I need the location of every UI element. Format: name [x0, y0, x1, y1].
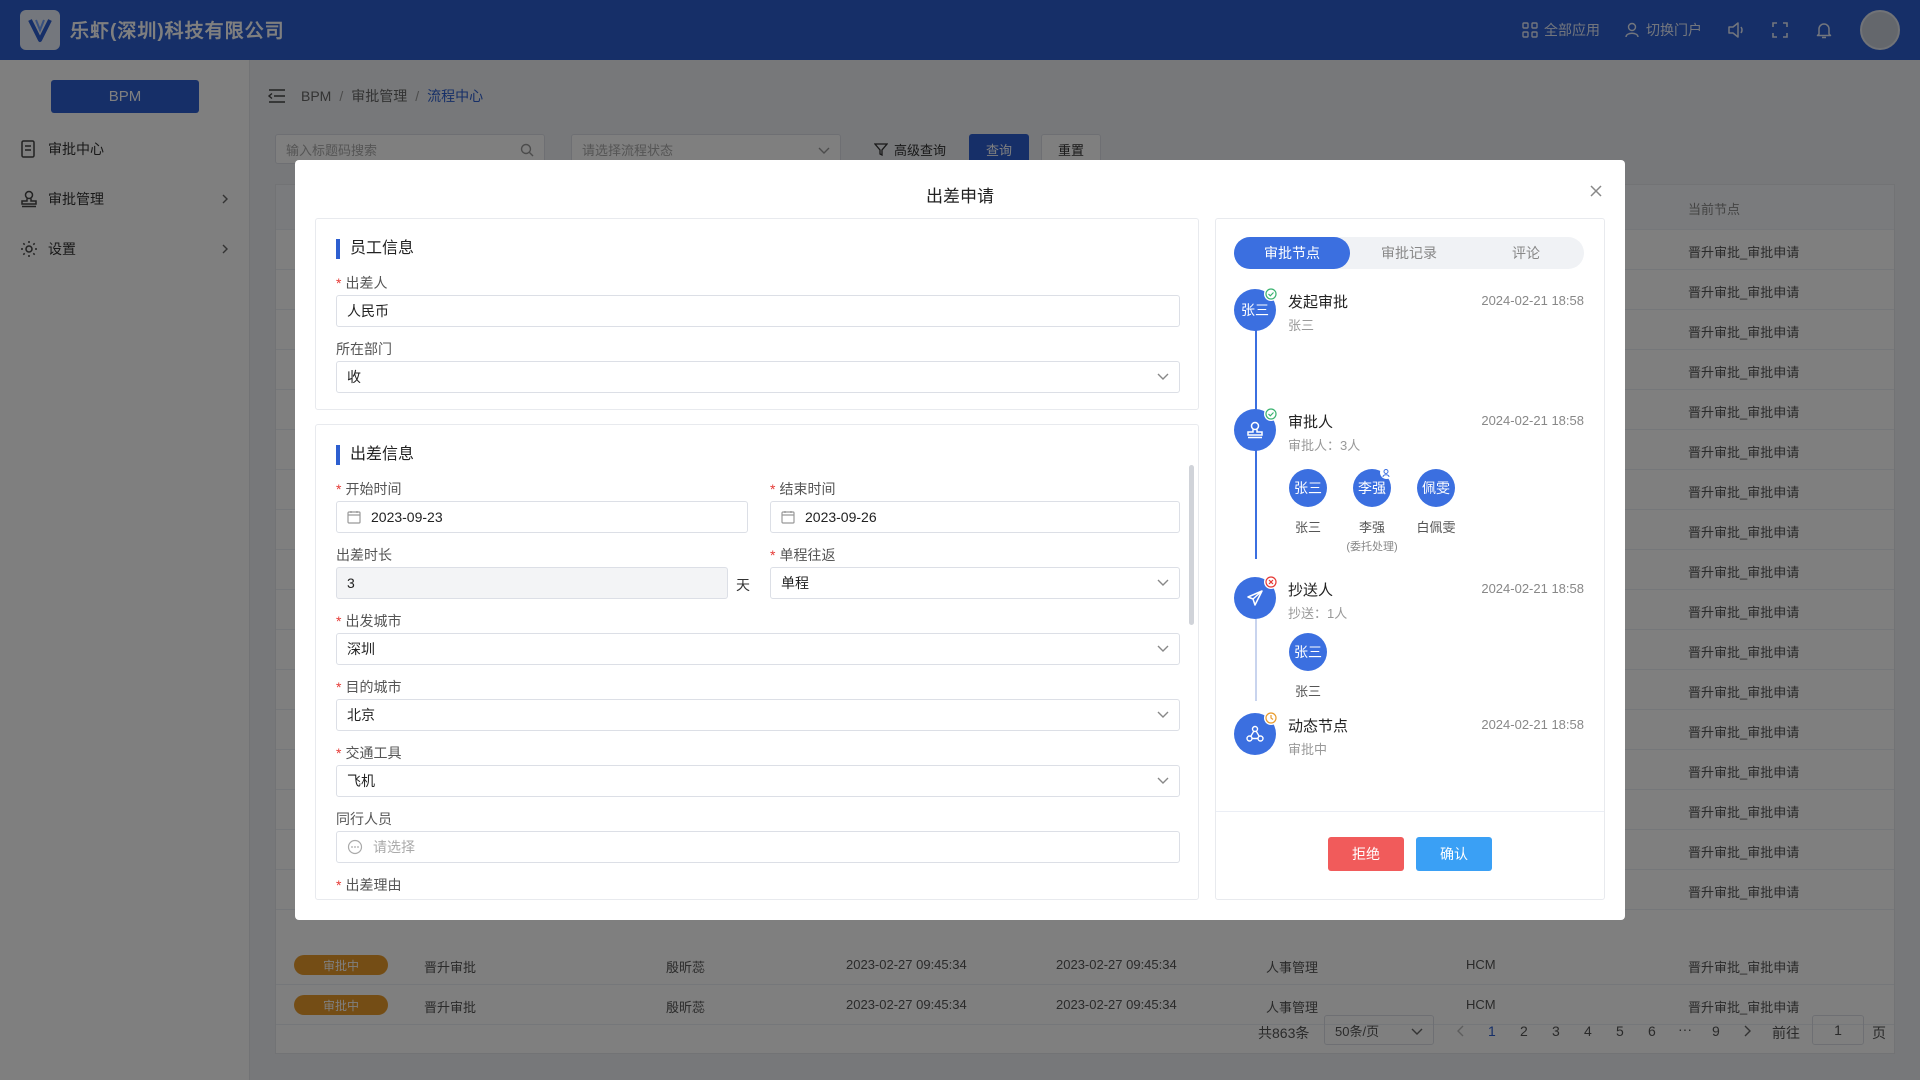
person-name: 张三	[1294, 520, 1321, 535]
reject-button[interactable]: 拒绝	[1328, 837, 1404, 871]
tab-approval-records[interactable]: 审批记录	[1351, 237, 1467, 269]
end-date-value: 2023-09-26	[805, 509, 877, 525]
start-date-value: 2023-09-23	[371, 509, 443, 525]
tab-comments[interactable]: 评论	[1468, 237, 1584, 269]
companions-placeholder: 请选择	[373, 839, 415, 855]
person-name: 李强	[1358, 520, 1385, 535]
transport-select[interactable]: 飞机	[336, 765, 1180, 797]
calendar-icon	[347, 511, 361, 524]
trip-type-value: 单程	[781, 575, 809, 591]
node-title: 审批人	[1288, 414, 1334, 431]
node-time: 2024-02-21 18:58	[1481, 581, 1584, 596]
node-subtitle: 抄送：1人	[1288, 606, 1348, 621]
start-time-label: * 开始时间	[336, 481, 402, 497]
traveler-value: 人民币	[347, 303, 389, 319]
tab-approval-nodes[interactable]: 审批节点	[1234, 237, 1350, 269]
person-note: (委托处理)	[1346, 541, 1398, 553]
footer-divider	[1216, 811, 1604, 812]
node-time: 2024-02-21 18:58	[1481, 293, 1584, 308]
department-select[interactable]: 收	[336, 361, 1180, 393]
dialog-title: 出差申请	[926, 187, 994, 206]
approval-panel: 审批节点 审批记录 评论 张三 发起审批 张三 2024-02-21 18:58	[1215, 218, 1605, 900]
chevron-down-icon	[1157, 711, 1169, 718]
from-city-label: * 出发城市	[336, 613, 402, 629]
calendar-icon	[781, 511, 795, 524]
traveler-input[interactable]: 人民币	[336, 295, 1180, 327]
delegate-icon	[1380, 466, 1393, 479]
close-icon[interactable]	[1589, 184, 1603, 198]
companions-select[interactable]: 请选择	[336, 831, 1180, 863]
stamp-icon	[1247, 421, 1263, 439]
transport-value: 飞机	[347, 773, 375, 789]
avatar: 张三	[1289, 469, 1327, 507]
pending-clock-icon	[1264, 711, 1278, 725]
duration-label: 出差时长	[336, 547, 392, 563]
from-city-select[interactable]: 深圳	[336, 633, 1180, 665]
section-title-employee: 员工信息	[336, 239, 414, 259]
node-title: 抄送人	[1288, 582, 1334, 599]
scrollbar-thumb[interactable]	[1189, 465, 1194, 625]
avatar: 李强	[1353, 466, 1393, 507]
chevron-down-icon	[1157, 777, 1169, 784]
approved-check-icon	[1264, 407, 1278, 421]
network-icon	[1246, 725, 1264, 742]
section-title-trip: 出差信息	[336, 445, 414, 465]
department-value: 收	[347, 369, 361, 385]
to-city-select[interactable]: 北京	[336, 699, 1180, 731]
person-name: 白佩雯	[1416, 520, 1456, 535]
approver-person[interactable]: 佩雯 白佩雯	[1406, 469, 1466, 536]
chevron-down-icon	[1157, 373, 1169, 380]
to-city-label: * 目的城市	[336, 679, 402, 695]
node-title: 发起审批	[1288, 294, 1349, 311]
node-time: 2024-02-21 18:58	[1481, 413, 1584, 428]
node-subtitle: 张三	[1288, 318, 1315, 333]
to-city-value: 北京	[347, 707, 375, 723]
reason-label: * 出差理由	[336, 877, 402, 893]
employee-info-panel: 员工信息 * 出差人 人民币 所在部门 收	[315, 218, 1199, 410]
duration-value: 3	[347, 575, 355, 591]
duration-unit: 天	[736, 577, 750, 593]
approver-person[interactable]: 李强 李强 (委托处理)	[1342, 466, 1402, 554]
travel-request-dialog: 出差申请 员工信息 * 出差人 人民币 所在部门 收 出差信息 * 开始时间 202…	[295, 160, 1625, 920]
trip-type-label: * 单程往返	[770, 547, 836, 563]
confirm-button[interactable]: 确认	[1416, 837, 1492, 871]
timeline-connector	[1255, 329, 1257, 419]
transport-label: * 交通工具	[336, 745, 402, 761]
end-time-label: * 结束时间	[770, 481, 836, 497]
person-name: 张三	[1294, 684, 1321, 699]
node-time: 2024-02-21 18:58	[1481, 717, 1584, 732]
from-city-value: 深圳	[347, 641, 375, 657]
approver-person[interactable]: 张三 张三	[1278, 469, 1338, 536]
node-title: 动态节点	[1288, 718, 1349, 735]
end-date-picker[interactable]: 2023-09-26	[770, 501, 1180, 533]
avatar: 张三	[1289, 633, 1327, 671]
node-subtitle: 审批人：3人	[1288, 438, 1361, 453]
node-subtitle: 审批中	[1288, 742, 1328, 757]
department-label: 所在部门	[336, 341, 392, 357]
duration-input[interactable]: 3	[336, 567, 728, 599]
trip-info-panel: 出差信息 * 开始时间 2023-09-23 * 结束时间 2023-09-26 出…	[315, 424, 1199, 900]
approval-tabs: 审批节点 审批记录 评论	[1234, 237, 1584, 269]
avatar: 佩雯	[1417, 469, 1455, 507]
chevron-down-icon	[1157, 579, 1169, 586]
start-date-picker[interactable]: 2023-09-23	[336, 501, 748, 533]
approved-check-icon	[1264, 287, 1278, 301]
traveler-label: * 出差人	[336, 275, 388, 291]
more-icon	[347, 839, 363, 855]
timeline-connector	[1255, 447, 1257, 559]
companions-label: 同行人员	[336, 811, 392, 827]
cc-person[interactable]: 张三 张三	[1278, 633, 1338, 700]
chevron-down-icon	[1157, 645, 1169, 652]
trip-type-select[interactable]: 单程	[770, 567, 1180, 599]
rejected-x-icon	[1264, 575, 1278, 589]
send-icon	[1247, 590, 1263, 606]
